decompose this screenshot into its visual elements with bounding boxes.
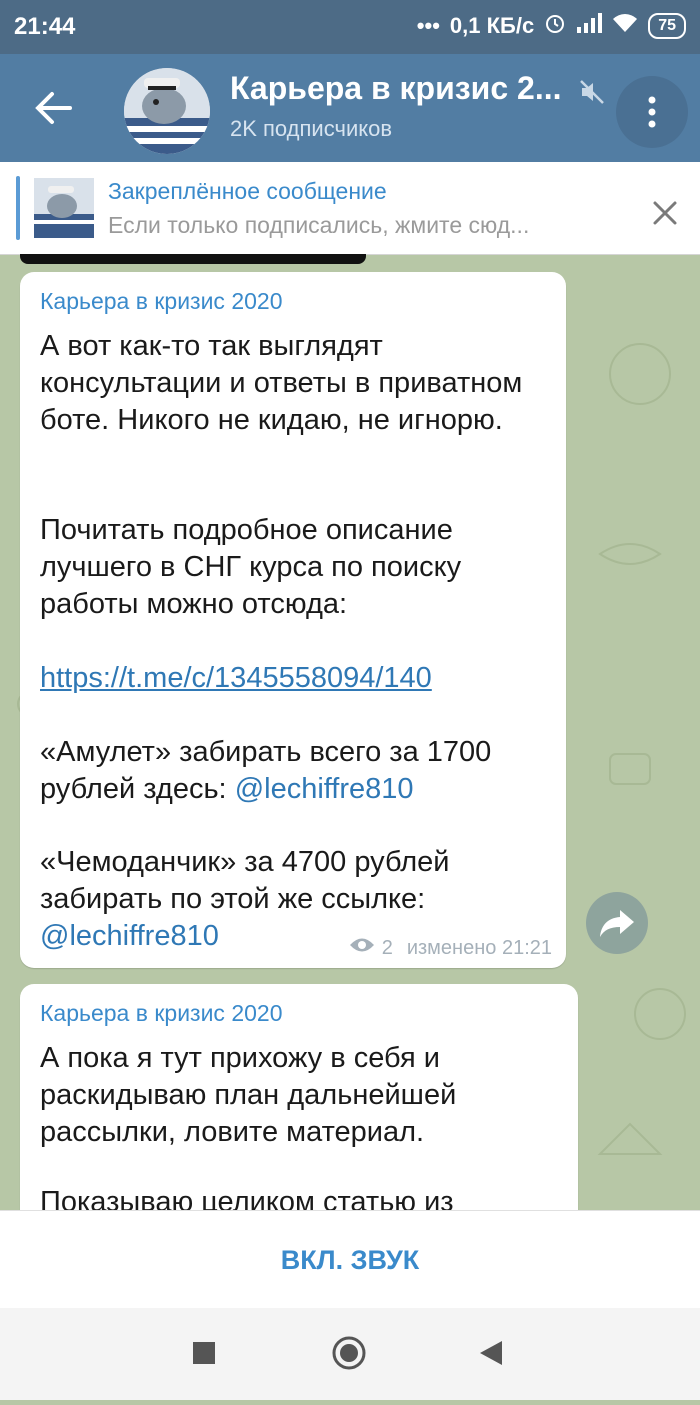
bottom-bar: ВКЛ. ЗВУК [0,1210,700,1309]
pinned-preview-text: Если только подписались, жмите сюд... [108,212,530,238]
system-nav-bar [0,1308,700,1400]
previous-message-edge [20,254,366,264]
unmute-button[interactable]: ВКЛ. ЗВУК [0,1211,700,1309]
mention-link[interactable]: @lechiffre810 [235,773,414,805]
suitcase-text: «Чемоданчик» за 4700 рублей забирать по … [40,846,450,915]
pinned-thumbnail [34,178,94,238]
mention-link[interactable]: @lechiffre810 [40,920,219,952]
pinned-accent-bar [16,176,20,240]
chat-title: Карьера в кризис 2... [230,70,562,106]
wifi-icon [612,13,638,39]
message-text-p2: Показываю целиком статью из [40,1186,454,1210]
course-link[interactable]: https://t.me/c/1345558094/140 [40,662,432,694]
message-text-p1: А вот как-то так выглядят консультации и… [40,330,523,436]
message-bubble[interactable]: Карьера в кризис 2020 А вот как-то так в… [20,272,566,968]
message-text-p2: Почитать подробное описание лучшего в СН… [40,514,462,620]
pinned-message[interactable]: Закреплённое сообщение Если только подпи… [0,162,700,255]
message-text-p3: «Амулет» забирать всего за 1700 рублей з… [40,734,550,808]
status-icons: ••• 0,1 КБ/с 75 [417,12,686,40]
more-icon[interactable] [616,76,688,148]
share-icon[interactable] [586,892,648,954]
views-count: 2 [381,936,393,959]
message-text-p1: А пока я тут прихожу в себя и раскидываю… [40,1042,457,1148]
home-icon[interactable] [332,1336,366,1370]
channel-avatar[interactable] [124,68,210,154]
dots-indicator: ••• [416,13,440,38]
chat-header: Карьера в кризис 2... 2K подписчиков [0,54,700,162]
message-link-row: https://t.me/c/1345558094/140 [40,660,550,697]
signal-icon [576,13,603,39]
message-author[interactable]: Карьера в кризис 2020 [40,288,283,315]
message-bubble[interactable]: Карьера в кризис 2020 А пока я тут прихо… [20,984,578,1210]
views-icon [348,936,376,960]
message-meta: 2 изменено 21:21 [348,936,552,960]
back-arrow-icon[interactable] [28,82,80,134]
edited-timestamp: изменено 21:21 [406,936,552,959]
alarm-icon [544,12,566,40]
mute-icon [578,78,606,106]
subscriber-count: 2K подписчиков [230,116,393,141]
battery-icon: 75 [648,13,686,39]
message-author[interactable]: Карьера в кризис 2020 [40,1000,283,1027]
status-bar: 21:44 ••• 0,1 КБ/с 75 [0,0,700,54]
chat-messages[interactable]: Карьера в кризис 2020 А вот как-то так в… [0,254,700,1210]
pinned-title: Закреплённое сообщение [108,178,387,204]
close-icon[interactable] [648,196,682,235]
network-speed: 0,1 КБ/с [449,13,535,38]
recents-icon[interactable] [193,1342,215,1364]
nav-back-icon[interactable] [480,1341,502,1365]
status-time: 21:44 [14,13,76,40]
